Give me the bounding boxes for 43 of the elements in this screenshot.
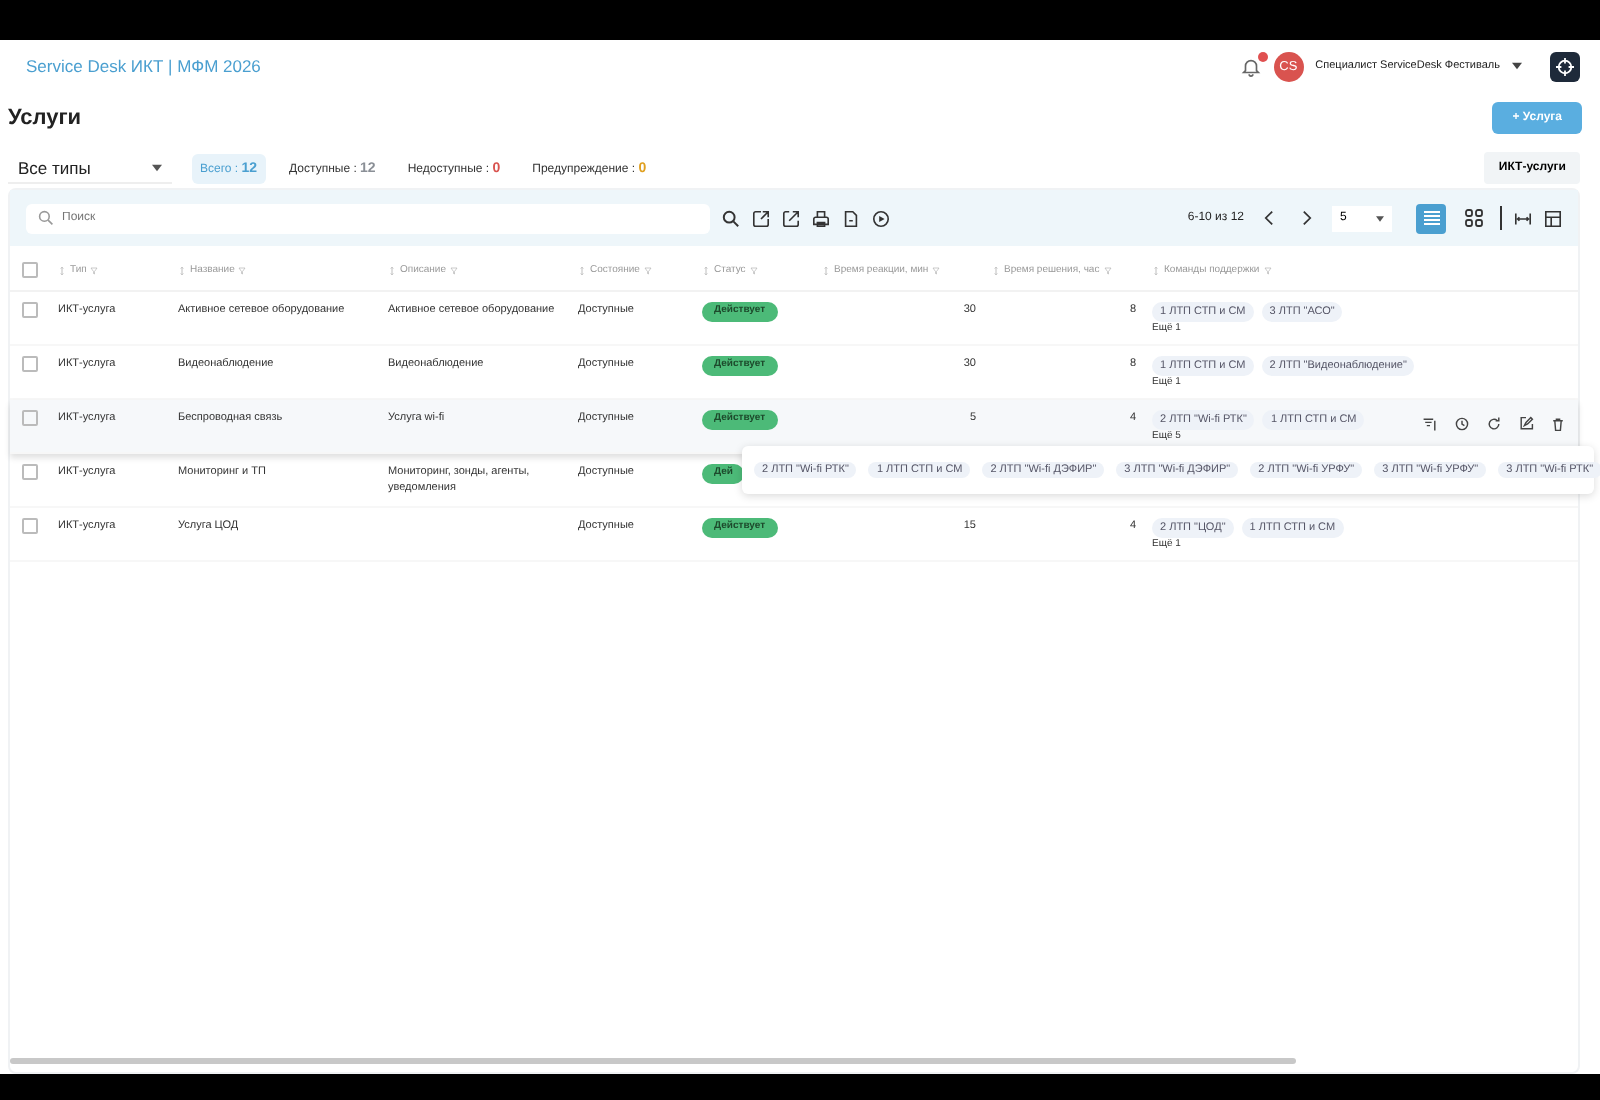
external-link-icon[interactable] <box>782 209 800 227</box>
grid-icon <box>1463 208 1483 228</box>
sort-icon[interactable] <box>178 265 186 275</box>
sort-icon[interactable] <box>388 265 396 275</box>
fit-width-icon[interactable] <box>1514 209 1532 227</box>
page-title: Услуги <box>8 106 82 130</box>
table-settings-icon[interactable] <box>1544 209 1562 227</box>
search-icon <box>38 210 54 226</box>
document-icon[interactable] <box>842 209 860 227</box>
focus-button[interactable] <box>1550 51 1580 81</box>
row-checkbox[interactable] <box>22 518 38 534</box>
history-icon[interactable] <box>1454 416 1470 432</box>
list-icon <box>1421 208 1441 228</box>
row-checkbox[interactable] <box>22 464 38 480</box>
export-icon[interactable] <box>752 209 770 227</box>
select-all-checkbox[interactable] <box>22 262 38 278</box>
row-checkbox[interactable] <box>22 410 38 426</box>
next-page-icon[interactable] <box>1302 210 1312 226</box>
refresh-icon[interactable] <box>1486 416 1502 432</box>
row-checkbox[interactable] <box>22 302 38 318</box>
caret-icon[interactable] <box>1512 62 1522 70</box>
play-icon[interactable] <box>872 209 890 227</box>
list-view-button[interactable] <box>1416 203 1446 233</box>
previous-page-icon[interactable] <box>1264 210 1274 226</box>
delete-icon[interactable] <box>1550 416 1566 432</box>
scrollbar-thumb[interactable] <box>10 1058 1296 1064</box>
sort-icon[interactable] <box>1152 265 1160 275</box>
type-select[interactable]: Все типы <box>8 153 172 183</box>
sort-icon[interactable] <box>992 265 1000 275</box>
caret-icon <box>1376 215 1384 221</box>
filter-icon[interactable] <box>1422 416 1438 432</box>
print-icon[interactable] <box>812 209 830 227</box>
bell-icon[interactable] <box>1239 55 1262 77</box>
caret-icon <box>152 163 162 171</box>
row-checkbox[interactable] <box>22 356 38 372</box>
search-icon[interactable] <box>722 209 740 227</box>
sort-icon[interactable] <box>58 265 66 275</box>
crosshair-icon <box>1556 57 1574 75</box>
app-title[interactable]: Service Desk ИКТ | МФМ 2026 <box>26 56 261 76</box>
sort-icon[interactable] <box>822 265 830 275</box>
sort-icon[interactable] <box>702 265 710 275</box>
edit-icon[interactable] <box>1518 416 1534 432</box>
sort-icon[interactable] <box>578 265 586 275</box>
